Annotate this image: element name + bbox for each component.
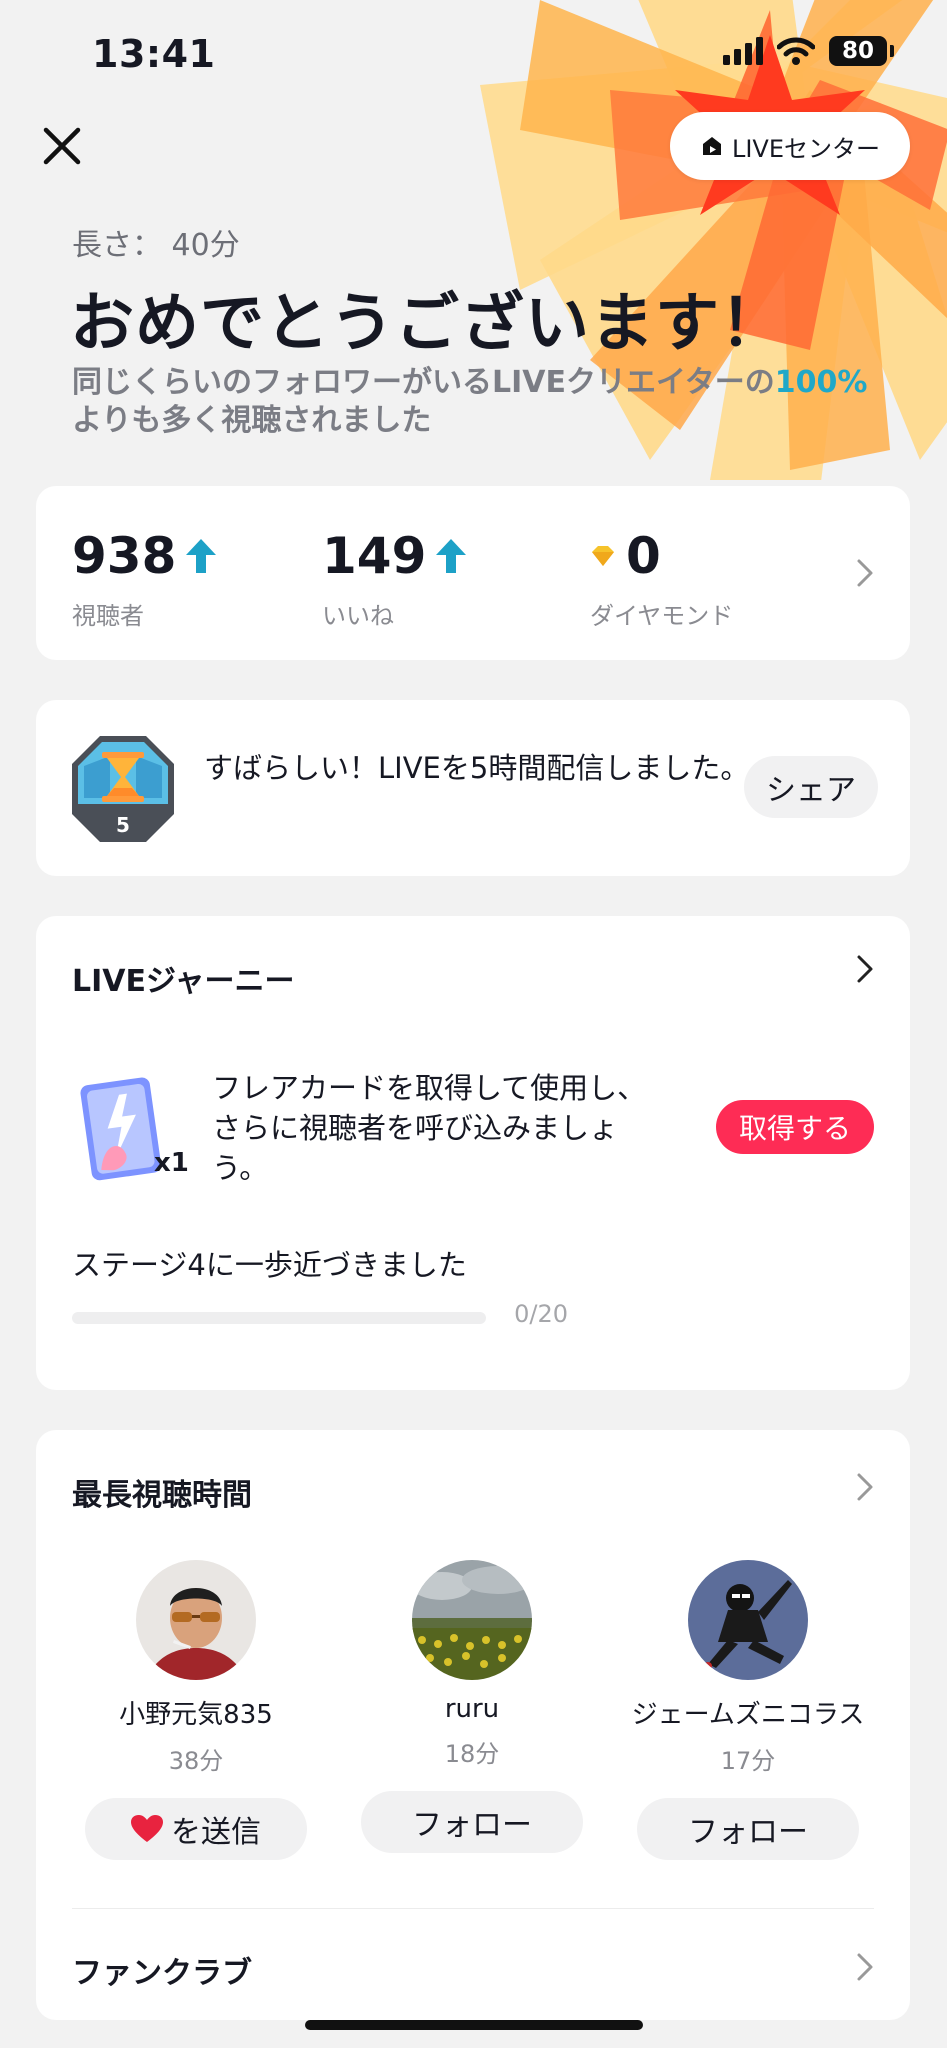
home-icon (702, 137, 721, 155)
likes-count: 149 (322, 527, 427, 585)
card-count: x1 (154, 1148, 189, 1178)
battery-indicator: 80 (829, 36, 894, 66)
stage-progress-bar (72, 1312, 486, 1324)
send-heart-label: を送信 (171, 1815, 261, 1850)
viewer-watch-time: 17分 (720, 1747, 776, 1775)
arrow-up-icon (436, 539, 467, 573)
diamonds-count: 0 (626, 527, 661, 585)
viewer-name: ruru (444, 1694, 500, 1724)
follow-button[interactable]: フォロー (637, 1798, 859, 1860)
avatar[interactable] (136, 1560, 256, 1680)
chevron-right-icon[interactable] (856, 1472, 874, 1502)
summary-suffix: よりも多く視聴されました (72, 403, 432, 438)
status-icons: 80 (723, 36, 894, 66)
viewer-item: ruru 18分 フォロー (334, 1560, 610, 1853)
home-indicator (305, 2020, 643, 2030)
chevron-right-icon (857, 559, 873, 587)
wifi-icon (777, 37, 815, 65)
stat-likes: 149 いいね (322, 526, 467, 631)
status-time: 13:41 (92, 32, 216, 76)
arrow-up-icon (186, 539, 217, 573)
live-duration: 長さ： 40分 (72, 228, 240, 263)
live-center-label: LIVEセンター (731, 134, 881, 163)
congratulations-headline: おめでとうございます！ (70, 287, 785, 361)
divider (72, 1908, 874, 1909)
likes-label: いいね (322, 602, 394, 630)
status-bar: 13:41 80 (0, 0, 947, 110)
viewer-name: 小野元気835 (119, 1700, 273, 1730)
stat-viewers: 938 視聴者 (72, 526, 217, 631)
journey-title[interactable]: LIVEジャーニー (72, 956, 295, 1000)
badge-level: 5 (116, 813, 130, 837)
heart-icon (131, 1815, 163, 1842)
stats-card[interactable]: 938 視聴者 149 いいね 0 ダイヤモンド (36, 486, 910, 660)
stage-progress-label: 0/20 (514, 1300, 568, 1328)
fanclub-link[interactable]: ファンクラブ (72, 1948, 252, 1992)
share-button[interactable]: シェア (744, 756, 878, 818)
diamond-icon (592, 546, 614, 566)
diamonds-label: ダイヤモンド (590, 602, 734, 630)
viewers-label: 視聴者 (72, 602, 144, 630)
viewer-item: ジェームズニコラス 17分 フォロー (610, 1560, 886, 1860)
achievement-text: すばらしい！LIVEを5時間配信しました。 (204, 751, 750, 785)
stat-diamonds: 0 ダイヤモンド (590, 526, 733, 631)
send-heart-button[interactable]: を送信 (85, 1798, 307, 1860)
stage-progress-text: ステージ4に一歩近づきました (72, 1248, 467, 1282)
battery-level: 80 (841, 38, 874, 64)
viewer-watch-time: 18分 (444, 1740, 500, 1768)
performance-summary: 同じくらいのフォロワーがいるLIVEクリエイターの100% よりも多く視聴されまし… (72, 364, 872, 440)
follow-button[interactable]: フォロー (361, 1791, 583, 1853)
achievement-card: 5 すばらしい！LIVEを5時間配信しました。 シェア (36, 700, 910, 876)
avatar[interactable] (688, 1560, 808, 1680)
viewer-item: 小野元気835 38分 を送信 (58, 1560, 334, 1860)
close-button[interactable] (38, 122, 86, 170)
live-journey-card: LIVEジャーニー x1 フレアカードを取得して使用し、さらに視聴者を呼び込みま… (36, 916, 910, 1390)
signal-icon (723, 37, 763, 65)
avatar[interactable] (412, 1560, 532, 1680)
viewer-watch-time: 38分 (168, 1747, 224, 1775)
live-center-button[interactable]: LIVEセンター (670, 112, 910, 180)
viewer-name: ジェームズニコラス (631, 1700, 865, 1730)
summary-prefix: 同じくらいのフォロワーがいるLIVEクリエイターの (72, 365, 775, 400)
summary-percent: 100% (774, 365, 868, 400)
journey-description: フレアカードを取得して使用し、さらに視聴者を呼び込みましょう。 (212, 1071, 647, 1185)
hourglass-badge-icon: 5 (72, 736, 174, 842)
top-viewers-title[interactable]: 最長視聴時間 (72, 1470, 252, 1514)
battery-cap (890, 45, 894, 57)
chevron-right-icon[interactable] (856, 954, 874, 984)
chevron-right-icon[interactable] (856, 1952, 874, 1982)
top-viewers-card: 最長視聴時間 小野元気835 38分 を送信 ruru 18分 フォロー ジェー… (36, 1430, 910, 2020)
get-flare-card-button[interactable]: 取得する (716, 1100, 874, 1154)
viewers-count: 938 (72, 527, 177, 585)
